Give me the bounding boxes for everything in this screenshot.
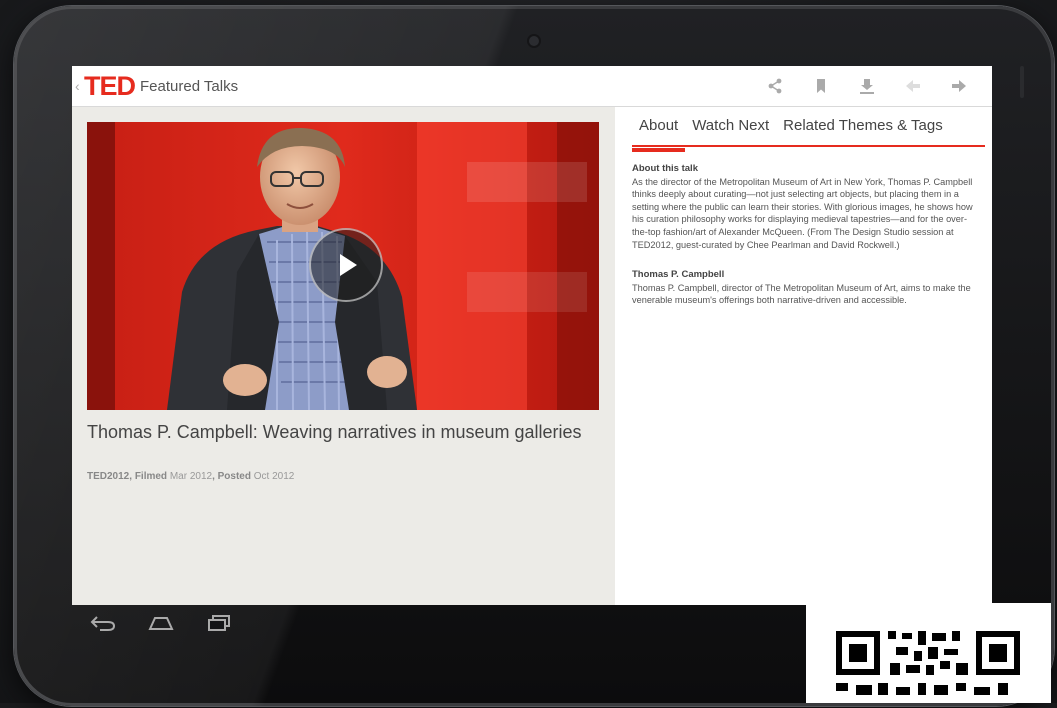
- speaker-heading: Thomas P. Campbell: [632, 269, 725, 281]
- recent-apps-icon: [208, 615, 230, 631]
- play-button[interactable]: [309, 228, 383, 302]
- talk-title: Thomas P. Campbell: Weaving narratives i…: [87, 422, 582, 442]
- app-title: Featured Talks: [140, 77, 239, 95]
- power-button: [1020, 66, 1024, 98]
- up-navigation-icon[interactable]: ‹: [75, 78, 83, 94]
- download-button[interactable]: [844, 66, 890, 106]
- next-talk-button[interactable]: [936, 66, 982, 106]
- details-pane: About Watch Next Related Themes & Tags A…: [615, 107, 992, 605]
- app-screen: ‹ TED Featured Talks Thomas P. Campbell:…: [72, 66, 992, 605]
- tab-related-themes-tags[interactable]: Related Themes & Tags: [776, 115, 950, 145]
- previous-talk-button[interactable]: [890, 66, 936, 106]
- filmed-label: Filmed: [134, 471, 168, 482]
- filmed-date: Mar 2012: [169, 471, 213, 482]
- front-camera: [529, 36, 539, 46]
- ted-logo[interactable]: TED: [84, 66, 136, 106]
- talk-pane: Thomas P. Campbell: Weaving narratives i…: [72, 107, 615, 605]
- share-icon: [768, 78, 782, 94]
- home-button[interactable]: [146, 612, 176, 634]
- bookmark-button[interactable]: [798, 66, 844, 106]
- previous-icon: [906, 80, 920, 92]
- about-heading: About this talk: [632, 163, 698, 174]
- talk-event: TED2012: [87, 471, 130, 482]
- back-button[interactable]: [88, 612, 118, 634]
- home-icon: [148, 617, 174, 630]
- qr-code-image: [806, 603, 1051, 703]
- posted-label: Posted: [217, 471, 251, 482]
- play-icon: [340, 254, 357, 276]
- qr-code: [806, 603, 1051, 703]
- posted-date: Oct 2012: [253, 471, 295, 482]
- recent-apps-button[interactable]: [204, 612, 234, 634]
- speaker-body: Thomas P. Campbell, director of The Metr…: [632, 282, 971, 306]
- bookmark-icon: [817, 79, 825, 93]
- talk-meta: TED2012, Filmed Mar 2012, Posted Oct 201…: [87, 471, 295, 482]
- share-button[interactable]: [752, 66, 798, 106]
- next-icon: [952, 80, 966, 92]
- action-icons: [752, 66, 982, 106]
- action-bar: ‹ TED Featured Talks: [72, 66, 992, 107]
- back-icon: [90, 616, 116, 631]
- system-navigation-bar: [88, 612, 234, 634]
- about-content: About this talk As the director of the M…: [632, 163, 975, 325]
- about-body: As the director of the Metropolitan Muse…: [632, 176, 973, 250]
- tab-bar: About Watch Next Related Themes & Tags: [632, 115, 985, 152]
- video-thumbnail[interactable]: [87, 122, 599, 410]
- tab-about[interactable]: About: [632, 115, 686, 152]
- tab-watch-next[interactable]: Watch Next: [685, 115, 776, 145]
- download-icon: [860, 79, 874, 94]
